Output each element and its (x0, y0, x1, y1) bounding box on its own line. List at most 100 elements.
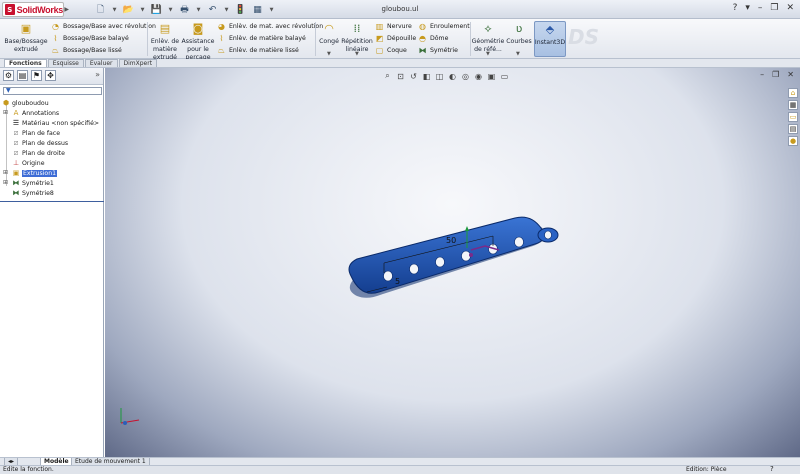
tree-item-annotations[interactable]: A Annotations (12, 108, 60, 118)
cut-sweep-button[interactable]: ⌇ Enlèv. de matière balayé (217, 33, 306, 44)
instant3d-button[interactable]: ⬘ Instant3D (534, 21, 566, 57)
tree-item-front-plane[interactable]: ⧄ Plan de face (12, 128, 60, 138)
tree-item-origin[interactable]: ⊥ Origine (12, 158, 45, 168)
dome-icon: ◓ (419, 34, 426, 43)
tree-item-extrusion1[interactable]: ▣ Extrusion1 (12, 168, 58, 178)
rib-label: Nervure (387, 23, 412, 30)
graphics-area[interactable]: ⌕ ⊡ ↺ ◧ ◫ ◐ ◎ ◉ ▣ ▭ – ❐ ✕ ⌂ ▦ ▭ ▤ ● 50 5 (105, 68, 800, 457)
dimension-length[interactable]: 50 (446, 236, 456, 245)
annotations-icon: A (13, 109, 19, 117)
tree-item-material[interactable]: ☰ Matériau <non spécifié> (12, 118, 99, 128)
cut-loft-button[interactable]: ⏢ Enlèv. de matière lissé (217, 45, 299, 56)
expand-icon[interactable]: ⊞ (3, 179, 8, 186)
expand-icon[interactable]: ⊞ (3, 109, 8, 116)
revolve-cut-icon: ◕ (218, 22, 225, 31)
extrude-cut-icon: ▤ (159, 22, 171, 35)
draft-icon: ◩ (375, 34, 384, 43)
window-title: gloubou.ul (381, 5, 419, 13)
cut-revolve-label: Enlèv. de mat. avec révolution (229, 23, 324, 30)
sweep-boss-icon: ⌇ (53, 34, 58, 43)
tab-evaluate[interactable]: Evaluer (84, 59, 118, 67)
wrap-label: Enroulement (430, 23, 470, 30)
tab-sketch[interactable]: Esquisse (47, 59, 84, 67)
instant3d-icon: ⬘ (545, 23, 555, 36)
help-icon[interactable]: ? (770, 465, 774, 473)
cut-revolve-button[interactable]: ◕ Enlèv. de mat. avec révolution (217, 21, 323, 32)
chevron-right-icon[interactable]: » (95, 70, 100, 79)
shell-button[interactable]: ▢ Coque (375, 45, 407, 56)
help-icon[interactable]: ? (733, 3, 738, 13)
chevron-down-icon[interactable]: ▼ (516, 51, 520, 57)
restore-icon[interactable]: ❐ (770, 3, 778, 13)
fillet-button[interactable]: ◠ Congé (318, 22, 340, 46)
fillet-label: Congé (319, 38, 339, 45)
tab-dimxpert[interactable]: DimXpert (118, 59, 158, 67)
tree-root-part[interactable]: ⬢ glouboudou (2, 98, 49, 108)
ribbon-separator (147, 22, 148, 56)
dimxpert-manager-icon[interactable]: ✥ (45, 70, 56, 81)
reference-geometry-button[interactable]: ⟡ Géométrie de réfé... (472, 22, 505, 54)
wrap-button[interactable]: ◍ Enroulement (418, 21, 470, 32)
feature-tree-icon[interactable]: ⚙ (3, 70, 14, 81)
plane-icon: ⧄ (13, 138, 19, 147)
feature-manager-panel: ⚙ ▤ ⚑ ✥ » ▼ ⬢ glouboudou ⊞ A Annotations… (0, 68, 104, 457)
command-tabs: Fonctions Esquisse Evaluer DimXpert (0, 59, 800, 68)
minimize-icon[interactable]: – (758, 3, 763, 13)
boss-loft-button[interactable]: ⏢ Bossage/Base lissé (51, 45, 122, 56)
chevron-down-icon[interactable]: ▾ (745, 3, 750, 13)
tree-item-top-plane[interactable]: ⧄ Plan de dessus (12, 138, 68, 148)
curves-icon: ʋ (515, 22, 523, 35)
part-model[interactable] (105, 68, 800, 457)
reference-geometry-icon: ⟡ (484, 22, 492, 35)
hole-wizard-icon: ◙ (192, 22, 204, 35)
filter-icon: ▼ (6, 87, 11, 94)
command-manager-ribbon: ▣ Base/Bossage extrudé ◔ Bossage/Base av… (0, 19, 800, 62)
hole-wizard-button[interactable]: ◙ Assistance pour le perçage (182, 22, 215, 62)
tree-item-label: Matériau <non spécifié> (22, 119, 100, 127)
chevron-down-icon[interactable]: ▼ (327, 51, 331, 57)
revolve-boss-icon: ◔ (52, 22, 59, 31)
dome-button[interactable]: ◓ Dôme (418, 33, 448, 44)
boss-sweep-button[interactable]: ⌇ Bossage/Base balayé (51, 33, 129, 44)
cut-sweep-label: Enlèv. de matière balayé (229, 35, 306, 42)
status-mode: Edition: Pièce (686, 466, 727, 473)
boss-extrude-label: Base/Bossage extrudé (4, 38, 48, 53)
sketch-point (469, 253, 473, 257)
model-tabs: ◂▸ Modèle Etude de mouvement 1 (0, 457, 800, 466)
tree-filter-input[interactable]: ▼ (3, 87, 102, 95)
draft-label: Dépouille (387, 35, 417, 42)
tree-item-right-plane[interactable]: ⧄ Plan de droite (12, 148, 65, 158)
arrow-right-icon[interactable]: ▸ (11, 458, 14, 465)
property-manager-icon[interactable]: ▤ (17, 70, 28, 81)
cut-loft-label: Enlèv. de matière lissé (229, 47, 299, 54)
chevron-down-icon[interactable]: ▼ (355, 51, 359, 57)
curves-button[interactable]: ʋ Courbes (506, 22, 532, 46)
rib-button[interactable]: ▥ Nervure (375, 21, 412, 32)
boss-revolve-button[interactable]: ◔ Bossage/Base avec révolution (51, 21, 156, 32)
linear-pattern-button[interactable]: ⁞⁞ Répétition linéaire (341, 22, 373, 54)
boss-sweep-label: Bossage/Base balayé (63, 35, 129, 42)
draft-button[interactable]: ◩ Dépouille (375, 33, 416, 44)
mirror-feature-icon: ⧓ (12, 179, 20, 187)
origin-icon: ⊥ (12, 159, 20, 167)
cut-extrude-button[interactable]: ▤ Enlèv. de matière extrudé (150, 22, 180, 62)
tree-item-mirror8[interactable]: ⧓ Symétrie8 (12, 188, 54, 198)
instant3d-label: Instant3D (534, 39, 566, 46)
extrude-boss-icon: ▣ (20, 22, 32, 35)
chevron-down-icon[interactable]: ▼ (486, 51, 490, 57)
shell-label: Coque (387, 47, 407, 54)
rollback-bar[interactable] (0, 201, 104, 202)
close-icon[interactable]: ✕ (786, 3, 794, 13)
ribbon-separator (315, 22, 316, 56)
configuration-icon[interactable]: ⚑ (31, 70, 42, 81)
tab-features[interactable]: Fonctions (4, 59, 47, 67)
dimension-small[interactable]: 5 (395, 277, 400, 286)
boss-revolve-label: Bossage/Base avec révolution (63, 23, 156, 30)
mirror-button[interactable]: ⧓ Symétrie (418, 45, 458, 56)
boss-extrude-button[interactable]: ▣ Base/Bossage extrudé (4, 22, 48, 54)
bar-part-body[interactable] (348, 216, 559, 298)
expand-icon[interactable]: ⊞ (3, 169, 8, 176)
tree-item-mirror1[interactable]: ⧓ Symétrie1 (12, 178, 54, 188)
tree-item-label: Symétrie1 (22, 179, 54, 187)
tree-root-label: glouboudou (12, 99, 49, 107)
